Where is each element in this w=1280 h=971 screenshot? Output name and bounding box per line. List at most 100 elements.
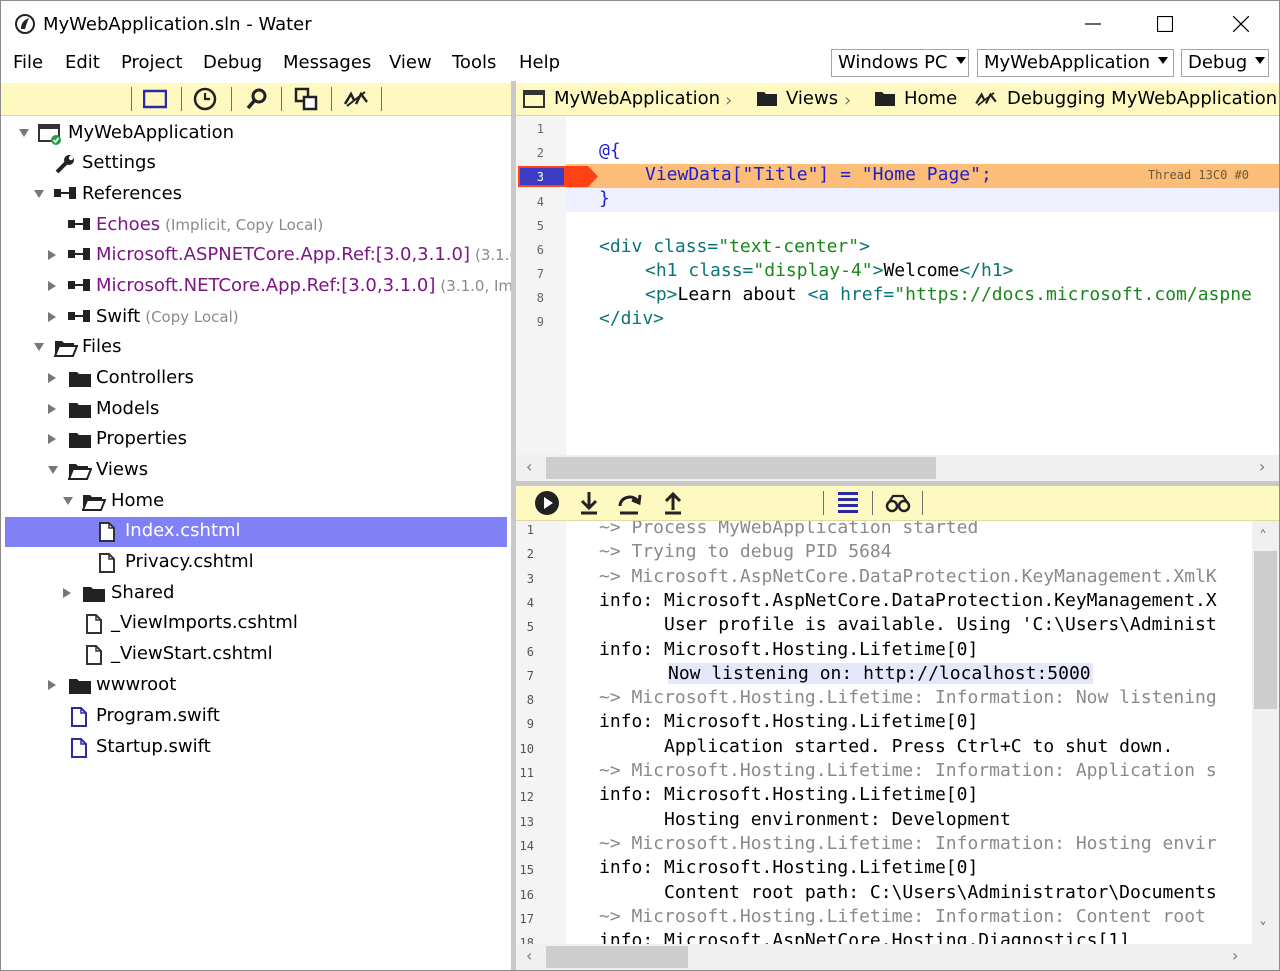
debug-view-button[interactable] [343,86,369,112]
tree-expander-icon[interactable] [19,129,29,137]
tree-item-file[interactable]: Program.swift [1,702,511,732]
tree-item-settings[interactable]: Settings [1,149,511,179]
debug-console[interactable]: 1 ~> Process MyWebApplication started 2 ~> … [516,521,1252,944]
scroll-thumb[interactable] [546,457,936,479]
menu-file[interactable]: File [13,52,43,73]
tree-expander-icon[interactable] [34,343,44,351]
tree-item-reference[interactable]: Microsoft.NETCore.App.Ref:[3.0,3.1.0] (3.… [1,272,511,302]
tree-item-reference[interactable]: Swift (Copy Local) [1,303,511,333]
code-editor[interactable]: 1 2 3 4 5 6 7 8 9 @{ ViewData["Title"] =… [516,116,1279,455]
swift-file-icon [71,707,87,727]
tree-expander-icon[interactable] [48,404,56,414]
console-line: Now listening on: http://localhost:5000 [668,662,1093,684]
scroll-left-icon[interactable]: ‹ [526,457,532,476]
menu-tools[interactable]: Tools [452,52,496,73]
scroll-thumb[interactable] [546,946,688,968]
tree-item-label: Files [82,336,122,357]
menu-edit[interactable]: Edit [65,52,100,73]
menu-help[interactable]: Help [519,52,560,73]
console-line-number: 1 [526,523,534,537]
minimize-button[interactable] [1070,1,1116,47]
continue-button[interactable] [534,490,560,516]
debug-toolbar [516,486,1279,521]
menu-debug[interactable]: Debug [203,52,262,73]
tree-item-folder[interactable]: Properties [1,425,511,455]
tree-expander-icon[interactable] [63,588,71,598]
platform-dropdown[interactable]: Windows PC [831,49,969,77]
tree-item-file[interactable]: _ViewStart.cshtml [1,640,511,670]
scroll-down-icon[interactable]: ˅ [1259,919,1267,938]
close-button[interactable] [1218,1,1264,47]
breadcrumb-debugging[interactable]: Debugging MyWebApplication [1007,88,1277,109]
project-dropdown[interactable]: MyWebApplication [977,49,1174,77]
editor-horizontal-scrollbar[interactable]: ‹ › [516,455,1279,481]
console-line-number: 10 [519,741,534,756]
breadcrumb-project[interactable]: MyWebApplication [554,88,720,109]
tree-item-folder[interactable]: wwwroot [1,671,511,701]
step-out-button[interactable] [660,490,686,516]
maximize-button[interactable] [1142,1,1188,47]
water-logo-icon [15,14,35,34]
tree-expander-icon[interactable] [48,373,56,383]
menu-messages[interactable]: Messages [283,52,371,73]
code-line: <h1 class="display-4">Welcome</h1> [645,260,1014,281]
console-line-number: 2 [526,547,534,562]
folder-open-icon [68,464,92,480]
tree-item-reference[interactable]: Echoes (Implicit, Copy Local) [1,211,511,241]
tree-item-file[interactable]: Privacy.cshtml [1,548,511,578]
tree-item-folder[interactable]: Controllers [1,364,511,394]
scroll-left-icon[interactable]: ‹ [526,946,532,965]
menu-view[interactable]: View [389,52,432,73]
step-into-button[interactable] [576,490,602,516]
line-number: 5 [536,219,544,233]
search-button[interactable] [244,86,270,112]
callstack-button[interactable] [835,490,861,516]
breadcrumb-home[interactable]: Home [904,88,957,109]
tree-item-label: Home [111,490,165,511]
chevron-down-icon [1255,56,1266,64]
minimize-icon [1085,23,1101,25]
tree-expander-icon[interactable] [48,312,56,322]
scroll-right-icon[interactable]: › [1232,946,1238,965]
tree-item-file[interactable]: _ViewImports.cshtml [1,609,511,639]
tree-expander-icon[interactable] [48,281,56,291]
project-view-button[interactable] [142,86,168,112]
breadcrumb-views[interactable]: Views [786,88,838,109]
tree-item-folder[interactable]: Shared [1,579,511,609]
windows-button[interactable] [293,86,319,112]
tree-item-label: _ViewStart.cshtml [111,643,273,664]
config-dropdown[interactable]: Debug [1181,49,1269,77]
tree-item-references[interactable]: References [1,180,511,210]
console-horizontal-scrollbar[interactable]: ‹ › [516,944,1279,970]
code-line: <p>Learn about <a href="https://docs.mic… [645,284,1252,305]
tree-expander-icon[interactable] [34,190,44,198]
toolbar-separator [231,87,232,111]
tree-item-project[interactable]: MyWebApplication [1,119,511,149]
tree-item-folder[interactable]: Home [1,487,511,517]
tree-expander-icon[interactable] [48,434,56,444]
tree-item-file[interactable]: Startup.swift [1,733,511,763]
tree-expander-icon[interactable] [48,680,56,690]
console-vertical-scrollbar[interactable]: ˄ ˅ [1252,521,1279,944]
tree-expander-icon[interactable] [48,250,56,260]
folder-icon [69,679,91,694]
tree-expander-icon[interactable] [63,497,73,505]
tree-item-folder[interactable]: Views [1,456,511,486]
tree-expander-icon[interactable] [48,466,58,474]
tree-item-reference[interactable]: Microsoft.ASPNETCore.App.Ref:[3.0,3.1.0]… [1,241,511,271]
tree-item-files[interactable]: Files [1,333,511,363]
tree-item-file-selected[interactable]: Index.cshtml [5,517,507,547]
step-over-button[interactable] [617,490,643,516]
scroll-right-icon[interactable]: › [1259,457,1265,476]
project-dropdown-value: MyWebApplication [984,52,1150,73]
tree-item-note: (Copy Local) [145,308,239,326]
menu-project[interactable]: Project [121,52,183,73]
tree-item-label: Swift [96,306,141,327]
project-icon [38,124,61,145]
watch-button[interactable] [885,490,911,516]
scroll-up-icon[interactable]: ˄ [1259,527,1267,546]
tree-item-folder[interactable]: Models [1,395,511,425]
history-button[interactable] [192,86,218,112]
line-number: 2 [536,146,544,160]
scroll-thumb[interactable] [1254,551,1277,709]
